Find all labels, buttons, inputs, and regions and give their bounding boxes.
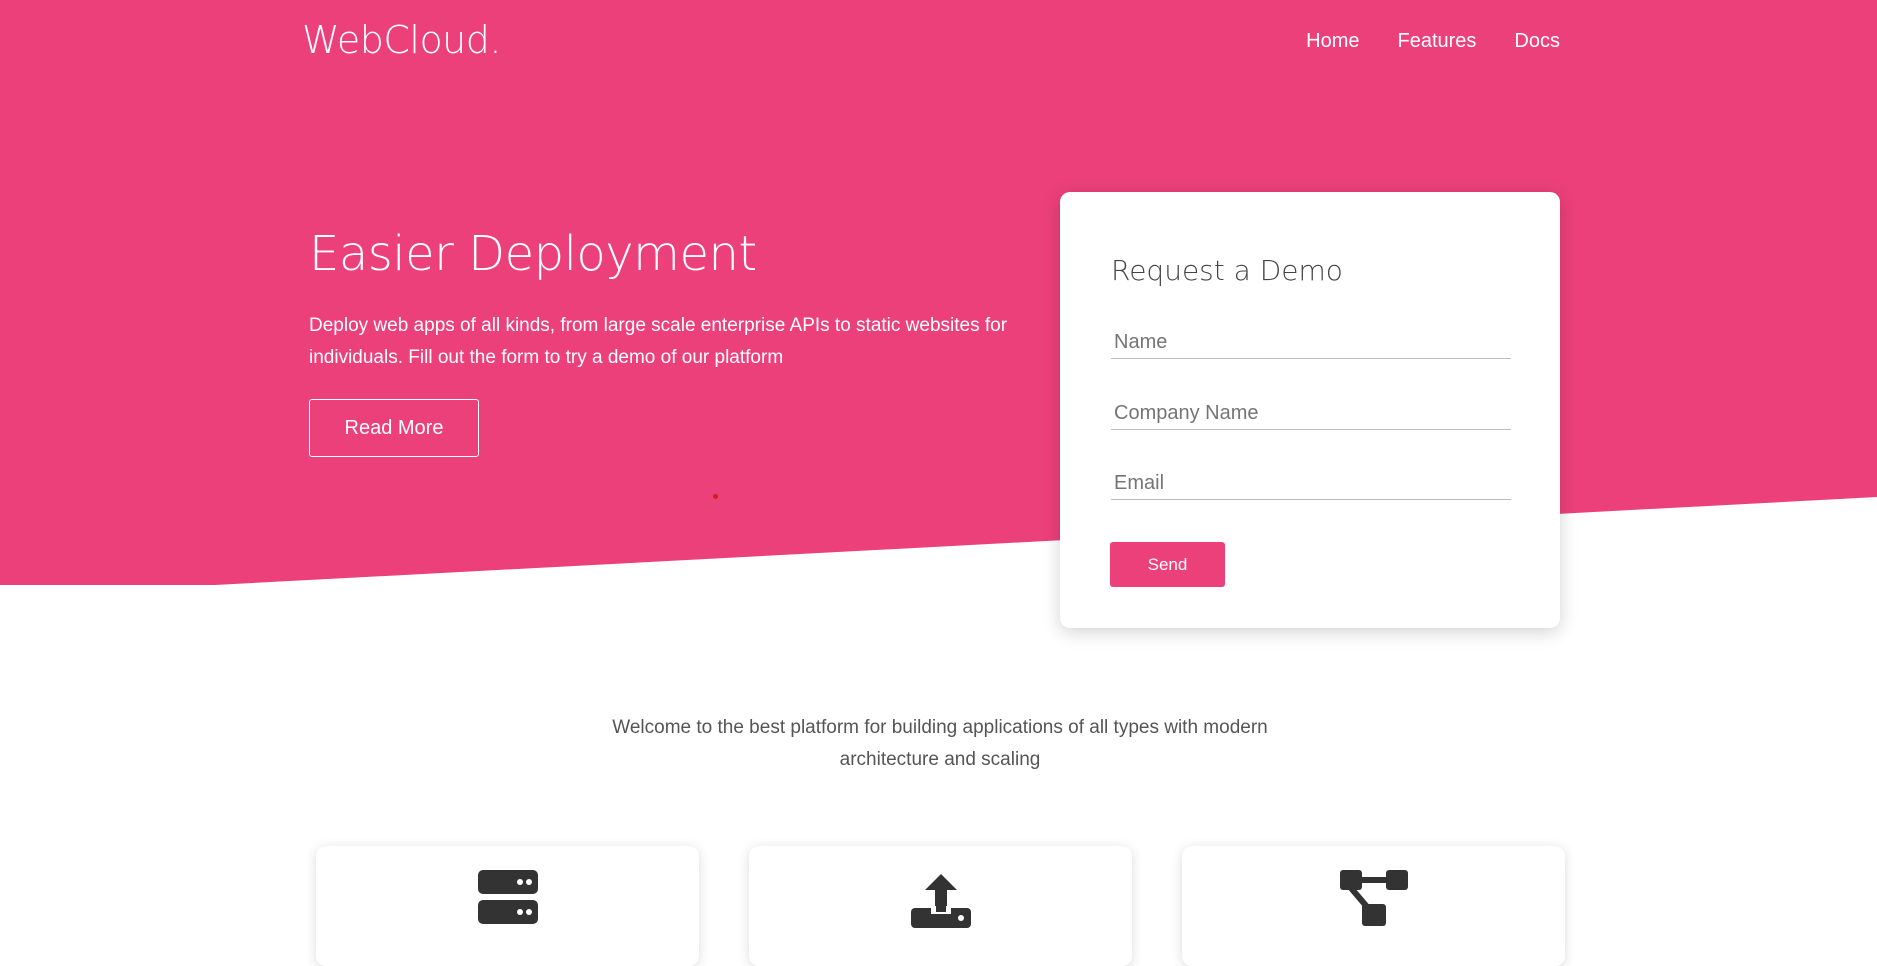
demo-form-title: Request a Demo <box>1111 254 1343 287</box>
hero-background <box>0 0 1877 585</box>
feature-card-server <box>316 846 699 966</box>
brand-logo[interactable]: WebCloud. <box>302 18 501 62</box>
cursor-dot <box>713 494 718 499</box>
hero-description: Deploy web apps of all kinds, from large… <box>309 315 1008 368</box>
nav-home-link[interactable]: Home <box>1306 30 1359 53</box>
network-icon <box>1339 870 1408 926</box>
navbar: WebCloud. Home Features Docs <box>0 0 1877 86</box>
nav-docs-link[interactable]: Docs <box>1514 30 1560 53</box>
name-input[interactable] <box>1111 327 1511 359</box>
request-demo-card: Request a Demo Send <box>1060 192 1560 628</box>
nav-links: Home Features Docs <box>1306 30 1560 53</box>
feature-card-network <box>1182 846 1565 966</box>
feature-card-upload <box>749 846 1132 966</box>
nav-features-link[interactable]: Features <box>1397 30 1476 53</box>
email-input[interactable] <box>1111 468 1511 500</box>
server-icon <box>477 870 538 924</box>
upload-icon <box>910 874 971 928</box>
welcome-text: Welcome to the best platform for buildin… <box>612 717 1268 770</box>
read-more-button[interactable]: Read More <box>309 399 479 457</box>
send-button[interactable]: Send <box>1110 542 1225 587</box>
company-name-input[interactable] <box>1111 398 1511 430</box>
hero-title: Easier Deployment <box>309 226 757 282</box>
